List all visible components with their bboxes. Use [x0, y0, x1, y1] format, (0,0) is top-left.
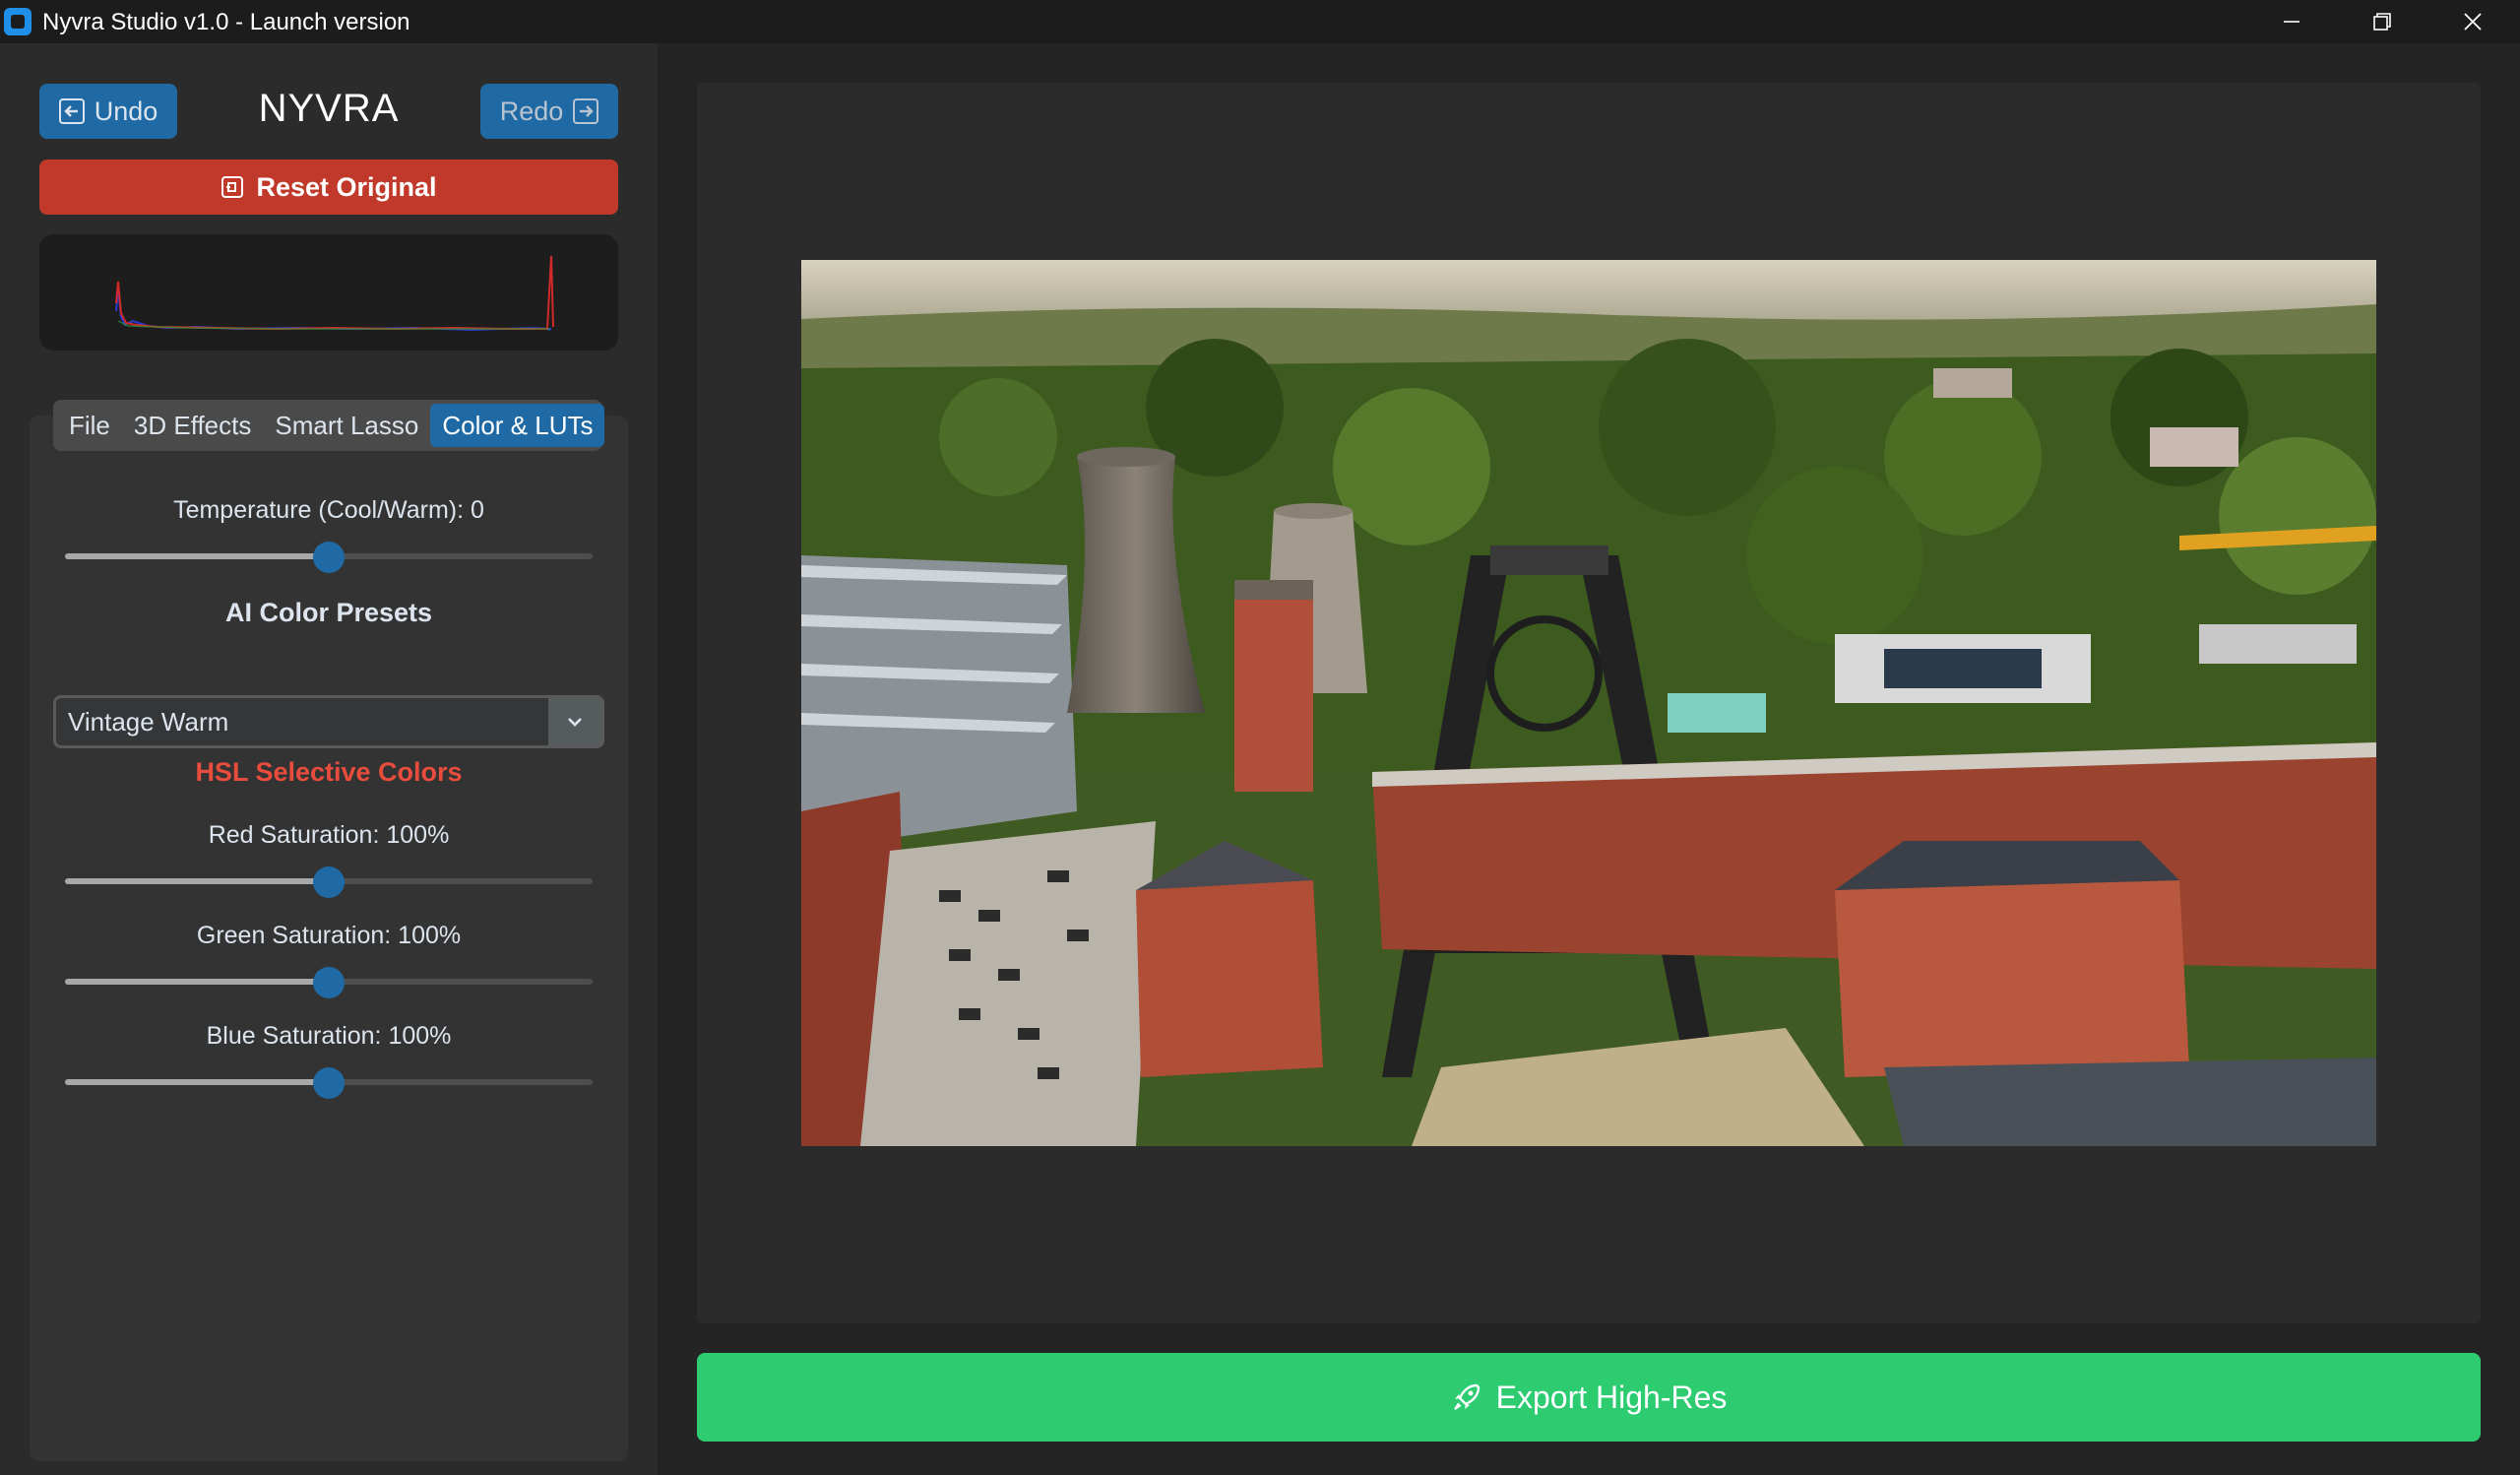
maximize-button[interactable]: [2337, 0, 2427, 43]
tab-bar: File 3D Effects Smart Lasso Color & LUTs: [53, 400, 605, 451]
aerial-industrial-photo: [801, 260, 2376, 1146]
chevron-down-icon[interactable]: [548, 698, 601, 745]
close-icon: [2464, 13, 2482, 31]
reset-label: Reset Original: [256, 171, 437, 202]
export-label: Export High-Res: [1495, 1379, 1728, 1415]
undo-label: Undo: [94, 96, 158, 126]
minimize-icon: [2284, 21, 2300, 23]
tab-color-luts[interactable]: Color & LUTs: [430, 404, 605, 447]
green-saturation-slider[interactable]: [65, 965, 593, 998]
sidebar: Undo NYVRA Redo Reset Original File 3D E…: [0, 43, 658, 1475]
rocket-icon: [1453, 1383, 1480, 1410]
color-preset-value: Vintage Warm: [68, 706, 229, 737]
histogram-plot: [115, 255, 554, 332]
histogram: [39, 234, 618, 351]
slider-thumb[interactable]: [313, 967, 345, 998]
tab-3d-effects[interactable]: 3D Effects: [122, 404, 263, 447]
brand-title: NYVRA: [258, 87, 400, 130]
close-button[interactable]: [2427, 0, 2518, 43]
window-title: Nyvra Studio v1.0 - Launch version: [42, 9, 410, 35]
green-saturation-label: Green Saturation: 100%: [196, 922, 462, 949]
tab-smart-lasso[interactable]: Smart Lasso: [263, 404, 430, 447]
title-bar: Nyvra Studio v1.0 - Launch version: [0, 0, 2520, 43]
undo-button[interactable]: Undo: [39, 84, 177, 139]
reset-original-button[interactable]: Reset Original: [39, 160, 618, 215]
redo-button[interactable]: Redo: [480, 84, 618, 139]
red-saturation-label: Red Saturation: 100%: [208, 821, 450, 849]
color-preset-select[interactable]: Vintage Warm: [53, 695, 604, 748]
tab-file[interactable]: File: [57, 404, 122, 447]
app-icon: [4, 8, 32, 35]
hsl-heading: HSL Selective Colors: [195, 757, 463, 787]
redo-arrow-icon: [573, 98, 599, 124]
minimize-button[interactable]: [2246, 0, 2337, 43]
red-saturation-slider[interactable]: [65, 865, 593, 898]
undo-arrow-icon: [58, 98, 85, 124]
slider-thumb[interactable]: [313, 1067, 345, 1099]
ai-presets-heading: AI Color Presets: [224, 598, 433, 627]
image-preview[interactable]: [801, 260, 2376, 1146]
slider-thumb[interactable]: [313, 866, 345, 898]
maximize-icon: [2373, 13, 2391, 31]
blue-saturation-slider[interactable]: [65, 1065, 593, 1099]
temperature-label: Temperature (Cool/Warm): 0: [173, 496, 484, 524]
reset-icon: [221, 176, 244, 198]
redo-label: Redo: [499, 96, 564, 126]
blue-saturation-label: Blue Saturation: 100%: [206, 1022, 452, 1050]
temperature-slider[interactable]: [65, 540, 593, 573]
export-button[interactable]: Export High-Res: [697, 1353, 2481, 1442]
slider-thumb[interactable]: [313, 542, 345, 573]
